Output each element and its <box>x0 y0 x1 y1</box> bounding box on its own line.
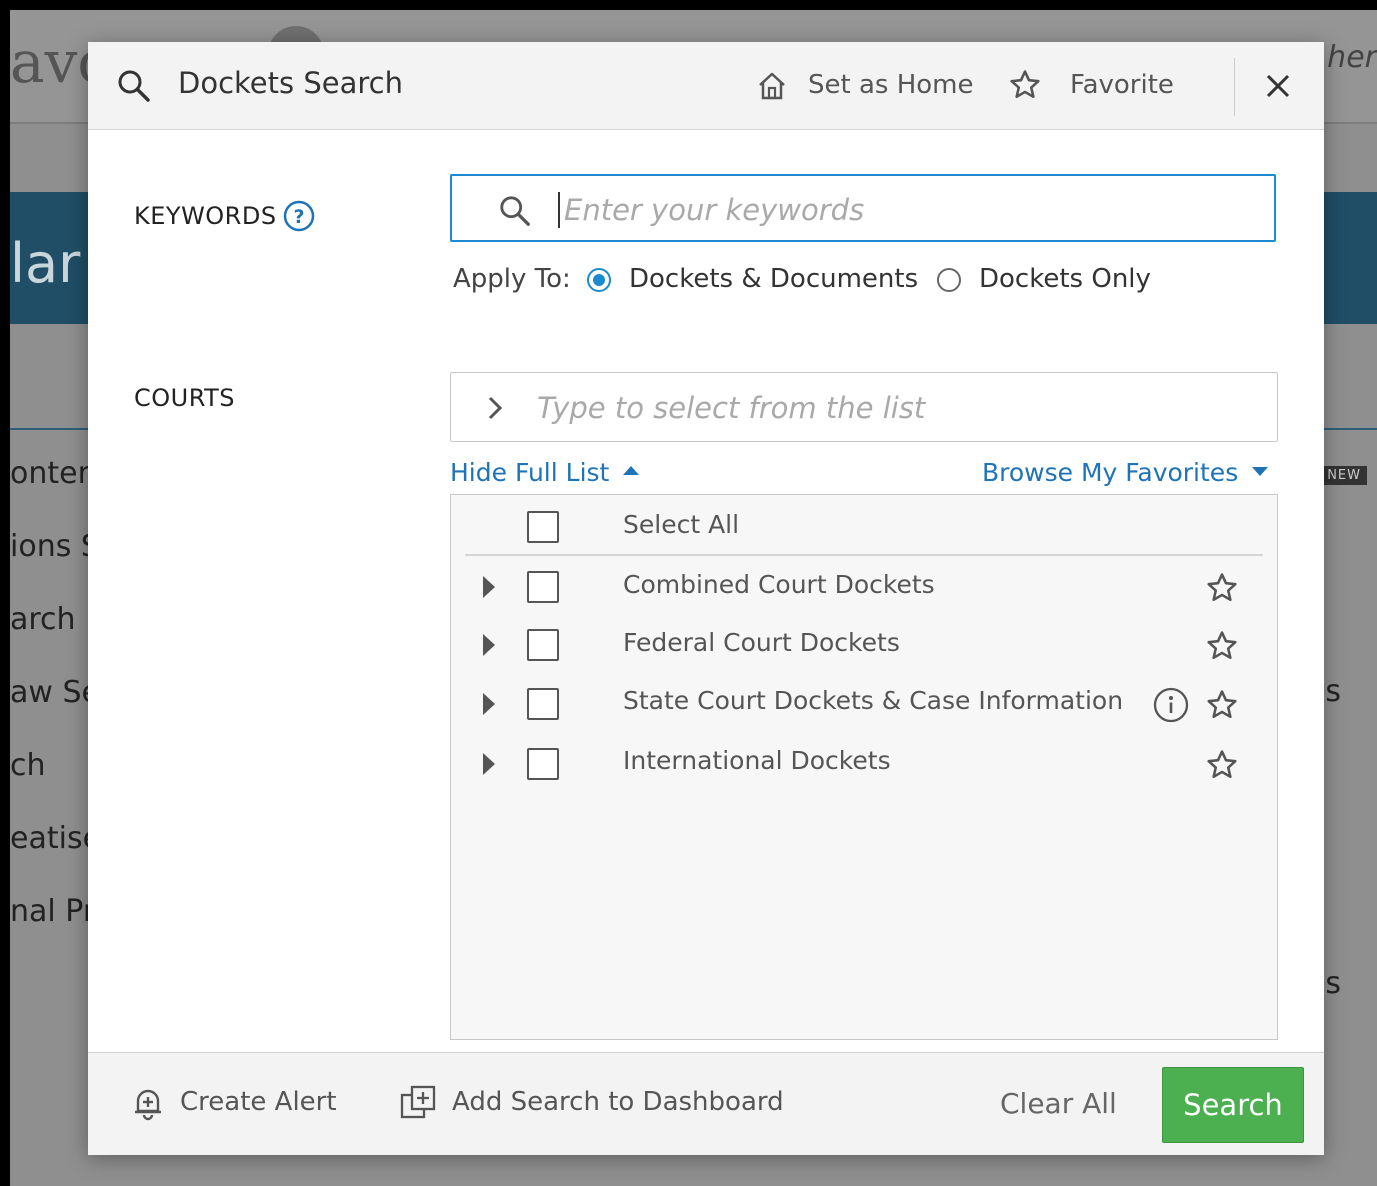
apply-to-label: Apply To: <box>453 264 571 294</box>
court-item-label[interactable]: Combined Court Dockets <box>623 570 935 599</box>
clear-all-button[interactable]: Clear All <box>1000 1087 1117 1120</box>
browse-favorites-label: Browse My Favorites <box>982 458 1239 487</box>
dialog-title: Dockets Search <box>178 66 403 100</box>
background-right-text: s <box>1325 674 1341 709</box>
courts-list: Select All Combined Court Dockets Federa… <box>450 494 1278 1040</box>
expand-arrow-icon[interactable] <box>483 753 495 775</box>
search-icon <box>498 194 532 232</box>
add-search-to-dashboard-button[interactable]: Add Search to Dashboard <box>452 1087 784 1117</box>
radio-dockets-only-label[interactable]: Dockets Only <box>979 264 1151 294</box>
background-list-item: nal Pr <box>10 894 96 929</box>
court-checkbox[interactable] <box>527 748 559 780</box>
text-cursor <box>558 192 560 228</box>
chevron-right-icon[interactable] <box>485 395 505 425</box>
background-new-badge: NEW <box>1321 466 1367 485</box>
set-as-home-button[interactable]: Set as Home <box>808 70 973 100</box>
background-banner-text: lar <box>10 232 81 295</box>
caret-down-icon <box>1252 466 1269 476</box>
keywords-input[interactable] <box>562 186 1256 234</box>
background-list-item: ch <box>10 748 46 783</box>
expand-arrow-icon[interactable] <box>483 634 495 656</box>
court-checkbox[interactable] <box>527 688 559 720</box>
keywords-input-box[interactable] <box>450 174 1276 242</box>
dialog-header: Dockets Search Set as Home Favorite <box>88 42 1324 130</box>
search-icon <box>116 68 152 108</box>
expand-arrow-icon[interactable] <box>483 576 495 598</box>
create-alert-button[interactable]: Create Alert <box>180 1087 337 1117</box>
help-icon[interactable]: ? <box>283 200 315 232</box>
courts-label: COURTS <box>134 384 236 412</box>
info-icon[interactable] <box>1153 687 1189 727</box>
star-icon[interactable] <box>1008 68 1042 106</box>
radio-dockets-only[interactable] <box>937 268 961 292</box>
courts-input[interactable] <box>535 385 1239 431</box>
background-list-item: aw Se <box>10 675 100 710</box>
hide-full-list-label: Hide Full List <box>450 458 610 487</box>
background-right-text: s <box>1325 966 1341 1001</box>
expand-arrow-icon[interactable] <box>483 693 495 715</box>
star-icon[interactable] <box>1205 629 1239 667</box>
background-list-item: ions S <box>10 529 100 564</box>
svg-text:?: ? <box>293 206 304 228</box>
radio-dockets-documents[interactable] <box>587 268 611 292</box>
dialog-footer: Create Alert Add Search to Dashboard Cle… <box>88 1052 1324 1155</box>
court-item-label[interactable]: International Dockets <box>623 746 891 775</box>
dockets-search-dialog: Dockets Search Set as Home Favorite KEYW… <box>88 42 1324 1155</box>
radio-dockets-documents-label[interactable]: Dockets & Documents <box>629 264 918 294</box>
select-all-checkbox[interactable] <box>527 511 559 543</box>
hide-full-list-link[interactable]: Hide Full List <box>450 458 640 487</box>
favorite-button[interactable]: Favorite <box>1070 70 1174 100</box>
header-divider <box>1234 58 1235 116</box>
background-list-item: arch <box>10 602 76 637</box>
courts-input-box[interactable] <box>450 372 1278 442</box>
star-icon[interactable] <box>1205 688 1239 726</box>
caret-up-icon <box>623 465 640 475</box>
browse-favorites-link[interactable]: Browse My Favorites <box>982 458 1269 487</box>
keywords-label: KEYWORDS <box>134 202 277 230</box>
close-icon[interactable] <box>1260 68 1296 104</box>
list-divider <box>465 554 1263 556</box>
star-icon[interactable] <box>1205 571 1239 609</box>
star-icon[interactable] <box>1205 748 1239 786</box>
bell-plus-icon[interactable] <box>132 1087 164 1125</box>
add-dashboard-icon[interactable] <box>400 1085 436 1125</box>
search-button[interactable]: Search <box>1162 1067 1304 1143</box>
court-checkbox[interactable] <box>527 629 559 661</box>
select-all-label[interactable]: Select All <box>623 510 739 539</box>
court-item-label[interactable]: Federal Court Dockets <box>623 628 900 657</box>
court-checkbox[interactable] <box>527 571 559 603</box>
home-icon[interactable] <box>756 70 788 106</box>
court-item-label[interactable]: State Court Dockets & Case Information <box>623 686 1123 715</box>
